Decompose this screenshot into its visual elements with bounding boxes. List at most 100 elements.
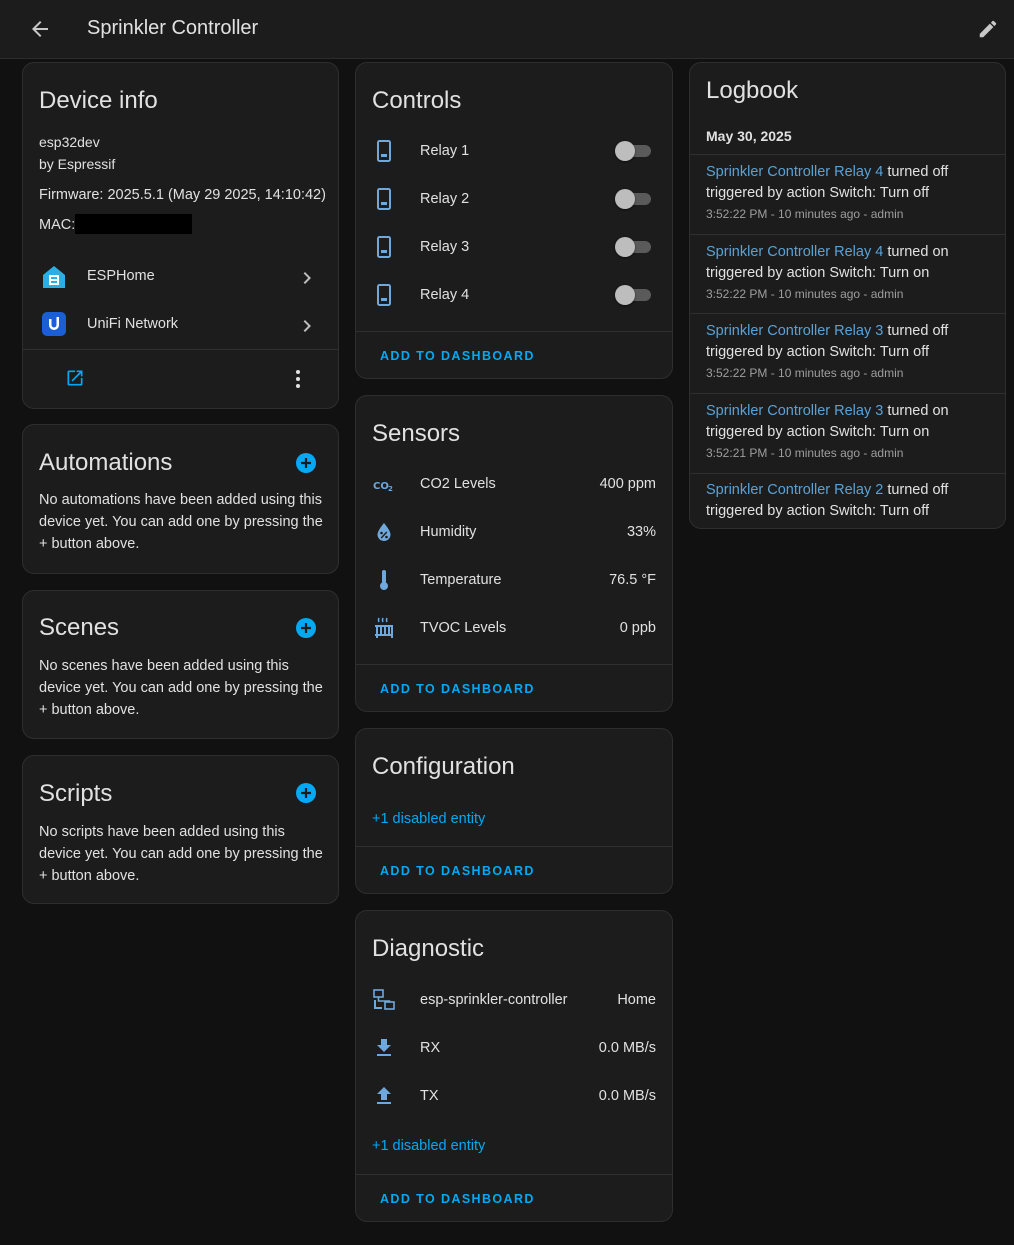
control-row-relay-3[interactable]: Relay 3 [356, 225, 672, 269]
relay-2-toggle[interactable] [615, 188, 653, 210]
divider [690, 154, 1006, 155]
diagnostic-value: 0.0 MB/s [598, 1088, 656, 1104]
log-action: turned on [883, 403, 949, 419]
automations-empty-text: No automations have been added using thi… [39, 492, 323, 552]
log-entity-link[interactable]: Sprinkler Controller Relay 3 [706, 323, 883, 339]
divider [23, 349, 338, 350]
sensor-row-temperature[interactable]: Temperature 76.5 °F [356, 558, 672, 602]
scenes-title: Scenes [39, 614, 120, 641]
sensors-add-to-dashboard-button[interactable]: ADD TO DASHBOARD [380, 682, 535, 696]
log-entry: Sprinkler Controller Relay 4 turned on t… [706, 242, 996, 305]
mac-redacted [75, 214, 192, 234]
configuration-card: Configuration +1 disabled entity ADD TO … [355, 728, 673, 894]
control-label: Relay 2 [420, 191, 470, 207]
svg-text:CO: CO [373, 481, 389, 492]
control-row-relay-2[interactable]: Relay 2 [356, 177, 672, 221]
divider [356, 331, 672, 332]
humidity-icon [377, 523, 391, 541]
sensor-label: CO2 Levels [420, 476, 496, 492]
divider [356, 1174, 672, 1175]
log-action: turned off [883, 164, 949, 180]
relay-3-toggle[interactable] [615, 236, 653, 258]
chevron-right-icon [303, 272, 311, 284]
sensor-value: 400 ppm [599, 476, 656, 492]
sensor-value: 76.5 °F [609, 572, 656, 588]
relay-1-toggle[interactable] [615, 140, 653, 162]
sensor-value: 33% [626, 524, 656, 540]
sensor-value: 0 ppb [619, 620, 656, 636]
integration-esphome[interactable]: ESPHome [23, 253, 338, 299]
diagnostic-label: esp-sprinkler-controller [420, 992, 568, 1008]
switch-icon [377, 188, 391, 210]
network-icon [373, 989, 395, 1010]
sensor-label: Temperature [420, 572, 502, 588]
device-mac-label: MAC: [39, 217, 76, 233]
log-trigger: triggered by action Switch: Turn on [706, 424, 930, 440]
divider [690, 313, 1006, 314]
log-trigger: triggered by action Switch: Turn off [706, 344, 929, 360]
top-app-bar: Sprinkler Controller [0, 0, 1014, 59]
diagnostic-add-to-dashboard-button[interactable]: ADD TO DASHBOARD [380, 1192, 535, 1206]
sensor-row-co2[interactable]: CO 2 CO2 Levels 400 ppm [356, 462, 672, 506]
add-script-button[interactable] [295, 782, 317, 804]
diagnostic-row-rx[interactable]: RX 0.0 MB/s [356, 1026, 672, 1070]
log-trigger: triggered by action Switch: Turn on [706, 265, 930, 281]
logbook-title: Logbook [706, 77, 799, 104]
diagnostic-disabled-entity-link[interactable]: +1 disabled entity [372, 1138, 485, 1154]
sensor-row-humidity[interactable]: Humidity 33% [356, 510, 672, 554]
thermometer-icon [380, 570, 388, 590]
add-scene-button[interactable] [295, 617, 317, 639]
add-automation-button[interactable] [295, 452, 317, 474]
integration-label: ESPHome [87, 268, 155, 284]
diagnostic-value: 0.0 MB/s [598, 1040, 656, 1056]
esphome-icon [43, 266, 65, 288]
log-time: 3:52:22 PM - 10 minutes ago - admin [706, 207, 904, 221]
radiator-icon [375, 617, 393, 638]
log-time: 3:52:22 PM - 10 minutes ago - admin [706, 287, 904, 301]
sensor-row-tvoc[interactable]: TVOC Levels 0 ppb [356, 606, 672, 650]
control-label: Relay 3 [420, 239, 470, 255]
log-entity-link[interactable]: Sprinkler Controller Relay 2 [706, 482, 883, 498]
switch-icon [377, 284, 391, 306]
log-entry: Sprinkler Controller Relay 4 turned off … [706, 162, 996, 225]
log-entity-link[interactable]: Sprinkler Controller Relay 3 [706, 403, 883, 419]
relay-4-toggle[interactable] [615, 284, 653, 306]
sensor-label: TVOC Levels [420, 620, 507, 636]
log-entry: Sprinkler Controller Relay 3 turned off … [706, 321, 996, 384]
logbook-entries: Sprinkler Controller Relay 4 turned off … [690, 141, 1006, 527]
diagnostic-value: Home [617, 992, 656, 1008]
logbook-card: Logbook May 30, 2025 Sprinkler Controlle… [689, 62, 1006, 529]
diagnostic-row-tx[interactable]: TX 0.0 MB/s [356, 1074, 672, 1118]
controls-title: Controls [372, 87, 462, 114]
log-entity-link[interactable]: Sprinkler Controller Relay 4 [706, 244, 883, 260]
configuration-disabled-entity-link[interactable]: +1 disabled entity [372, 811, 485, 827]
log-action: turned on [883, 244, 949, 260]
log-entity-link[interactable]: Sprinkler Controller Relay 4 [706, 164, 883, 180]
control-label: Relay 1 [420, 143, 470, 159]
open-in-new-icon[interactable] [65, 368, 85, 388]
controls-add-to-dashboard-button[interactable]: ADD TO DASHBOARD [380, 349, 535, 363]
automations-card: Automations No automations have been add… [22, 424, 339, 574]
integration-unifi[interactable]: UniFi Network [23, 301, 338, 347]
sensors-title: Sensors [372, 420, 461, 447]
switch-icon [377, 236, 391, 258]
divider [690, 393, 1006, 394]
back-arrow-icon[interactable] [28, 17, 52, 41]
diagnostic-label: RX [420, 1040, 441, 1056]
more-vertical-icon[interactable] [286, 367, 310, 391]
log-entry: Sprinkler Controller Relay 2 turned off … [706, 480, 996, 522]
upload-icon [377, 1087, 391, 1104]
configuration-add-to-dashboard-button[interactable]: ADD TO DASHBOARD [380, 864, 535, 878]
control-row-relay-4[interactable]: Relay 4 [356, 273, 672, 317]
page-title: Sprinkler Controller [87, 17, 259, 39]
switch-icon [377, 140, 391, 162]
control-row-relay-1[interactable]: Relay 1 [356, 129, 672, 173]
diagnostic-row-network[interactable]: esp-sprinkler-controller Home [356, 978, 672, 1022]
diagnostic-card: Diagnostic esp-sprinkler-controller Home… [355, 910, 673, 1222]
scenes-card: Scenes No scenes have been added using t… [22, 590, 339, 739]
pencil-icon[interactable] [977, 18, 999, 40]
sensor-label: Humidity [420, 524, 477, 540]
configuration-title: Configuration [372, 753, 515, 780]
unifi-icon [42, 312, 66, 336]
divider [690, 473, 1006, 474]
